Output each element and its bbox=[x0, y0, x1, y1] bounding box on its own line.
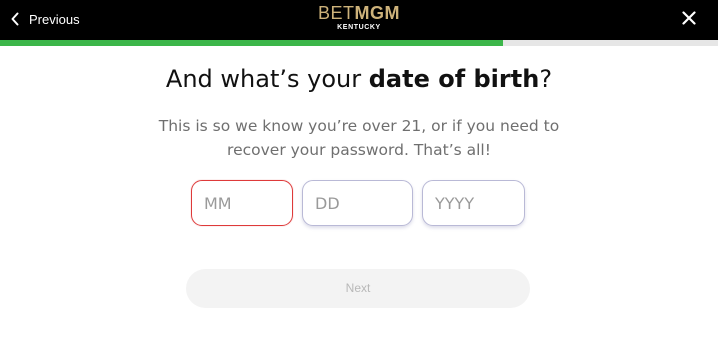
heading-prefix: And what’s your bbox=[165, 65, 369, 93]
logo-wordmark: BETMGM bbox=[314, 3, 404, 23]
day-input[interactable] bbox=[302, 180, 413, 226]
top-bar: Previous BETMGM KENTUCKY bbox=[0, 0, 718, 40]
logo-mgm: MGM bbox=[354, 3, 400, 23]
progress-fill bbox=[0, 40, 503, 46]
logo-region: KENTUCKY bbox=[337, 24, 381, 31]
heading-emphasis: date of birth bbox=[368, 65, 540, 93]
signup-dob-page: Previous BETMGM KENTUCKY And what’s your… bbox=[0, 0, 718, 364]
chevron-left-icon bbox=[10, 12, 20, 26]
previous-button[interactable]: Previous bbox=[10, 8, 80, 30]
year-input[interactable] bbox=[422, 180, 525, 226]
page-description: This is so we know you’re over 21, or if… bbox=[158, 117, 560, 159]
previous-label: Previous bbox=[29, 11, 80, 27]
heading-suffix: ? bbox=[539, 65, 553, 93]
next-button[interactable]: Next bbox=[186, 269, 530, 308]
betmgm-logo: BETMGM KENTUCKY bbox=[314, 3, 404, 35]
logo-bet: BET bbox=[317, 3, 355, 23]
month-input[interactable] bbox=[191, 180, 293, 226]
progress-bar bbox=[0, 40, 718, 46]
close-icon bbox=[682, 11, 696, 25]
page-title: And what’s your date of birth? bbox=[0, 64, 718, 94]
close-button[interactable] bbox=[682, 11, 696, 25]
